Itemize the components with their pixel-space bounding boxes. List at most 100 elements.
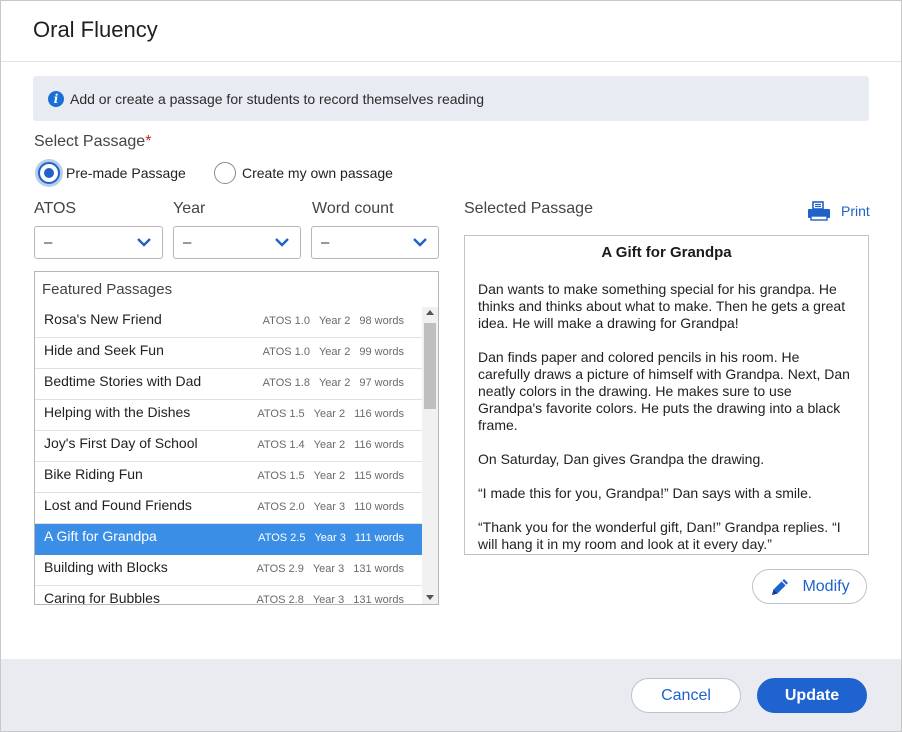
passage-paragraph: Dan finds paper and colored pencils in h… bbox=[478, 349, 850, 433]
atos-select[interactable]: – bbox=[34, 226, 163, 259]
passage-atos: ATOS 1.0 bbox=[262, 315, 310, 327]
passage-title: Hide and Seek Fun bbox=[44, 342, 164, 358]
word-count-select-value: – bbox=[321, 234, 330, 251]
passage-paragraph: Dan wants to make something special for … bbox=[478, 281, 846, 331]
radio-create-own-passage[interactable]: Create my own passage bbox=[214, 162, 393, 184]
passage-year: Year 2 bbox=[313, 439, 346, 451]
passage-words: 110 words bbox=[354, 501, 404, 513]
passage-year: Year 2 bbox=[318, 346, 351, 358]
passage-words: 116 words bbox=[354, 408, 404, 420]
atos-label: ATOS bbox=[34, 200, 77, 217]
passage-title: A Gift for Grandpa bbox=[601, 244, 732, 261]
passage-list-item[interactable]: Rosa's New Friend ATOS 1.0 Year 2 98 words bbox=[35, 307, 423, 338]
passage-list-item[interactable]: Bedtime Stories with Dad ATOS 1.8 Year 2 97… bbox=[35, 369, 423, 400]
print-button[interactable]: Print bbox=[807, 201, 870, 221]
passage-title: Bike Riding Fun bbox=[44, 466, 143, 482]
passage-paragraph: “I made this for you, Grandpa!” Dan says… bbox=[478, 485, 812, 501]
passage-words: 99 words bbox=[359, 346, 404, 358]
printer-icon bbox=[808, 201, 830, 221]
info-icon: i bbox=[48, 90, 64, 107]
passage-words: 98 words bbox=[359, 315, 404, 327]
passage-meta: ATOS 1.0 Year 2 99 words bbox=[254, 346, 404, 358]
radio-label-create-own: Create my own passage bbox=[242, 165, 393, 181]
passage-meta: ATOS 1.4 Year 2 116 words bbox=[248, 439, 404, 451]
info-text: Add or create a passage for students to … bbox=[70, 90, 485, 107]
radio-circle-selected[interactable] bbox=[38, 162, 60, 184]
passage-words: 131 words bbox=[353, 563, 404, 575]
passage-list-item[interactable]: Caring for Bubbles ATOS 2.8 Year 3 131 word… bbox=[35, 586, 423, 605]
modify-button[interactable]: Modify bbox=[752, 569, 867, 604]
passage-list-item[interactable]: A Gift for Grandpa ATOS 2.5 Year 3 111 word… bbox=[35, 524, 423, 555]
radio-dot bbox=[44, 168, 54, 178]
update-button[interactable]: Update bbox=[757, 678, 867, 713]
passage-title: Bedtime Stories with Dad bbox=[44, 373, 202, 389]
passage-atos: ATOS 1.5 bbox=[257, 408, 305, 420]
featured-passages-list: Featured Passages Rosa's New Friend ATOS … bbox=[34, 271, 439, 605]
pencil-icon bbox=[772, 578, 789, 595]
radio-premade-passage[interactable]: Pre-made Passage bbox=[38, 162, 186, 184]
passage-year: Year 3 bbox=[312, 563, 345, 575]
year-select-value: – bbox=[183, 234, 192, 251]
passage-atos: ATOS 2.5 bbox=[258, 532, 306, 544]
passage-list-item[interactable]: Lost and Found Friends ATOS 2.0 Year 3 110 … bbox=[35, 493, 423, 524]
featured-passages-header: Featured Passages bbox=[42, 281, 173, 298]
passage-list-item[interactable]: Helping with the Dishes ATOS 1.5 Year 2 116… bbox=[35, 400, 423, 431]
passage-title: Helping with the Dishes bbox=[44, 404, 191, 420]
select-passage-label: Select Passage* bbox=[34, 133, 151, 151]
passage-list-item[interactable]: Joy's First Day of School ATOS 1.4 Year 2 1… bbox=[35, 431, 423, 462]
passage-year: Year 3 bbox=[313, 501, 346, 513]
required-mark: * bbox=[145, 133, 152, 150]
radio-label-premade: Pre-made Passage bbox=[66, 165, 186, 181]
passage-year: Year 2 bbox=[313, 408, 346, 420]
passage-title: A Gift for Grandpa bbox=[44, 528, 157, 544]
passage-title: Building with Blocks bbox=[44, 559, 168, 575]
passage-title: Caring for Bubbles bbox=[44, 590, 160, 605]
passage-meta: ATOS 2.8 Year 3 131 words bbox=[248, 594, 404, 605]
passage-atos: ATOS 1.4 bbox=[257, 439, 305, 451]
passage-meta: ATOS 1.5 Year 2 116 words bbox=[248, 408, 404, 420]
passage-year: Year 2 bbox=[318, 315, 351, 327]
dialog-title: Oral Fluency bbox=[33, 17, 158, 42]
oral-fluency-dialog: Oral Fluency i Add or create a passage f… bbox=[0, 0, 902, 732]
cancel-button[interactable]: Cancel bbox=[631, 678, 741, 713]
passage-list-item[interactable]: Bike Riding Fun ATOS 1.5 Year 2 115 words bbox=[35, 462, 423, 493]
passage-meta: ATOS 1.0 Year 2 98 words bbox=[254, 315, 404, 327]
scroll-down-arrow-icon[interactable] bbox=[426, 595, 434, 600]
passage-atos: ATOS 1.5 bbox=[257, 470, 305, 482]
list-scrollbar[interactable] bbox=[422, 307, 438, 604]
passage-paragraph: On Saturday, Dan gives Grandpa the drawi… bbox=[478, 451, 765, 467]
passage-year: Year 3 bbox=[312, 594, 345, 605]
print-label: Print bbox=[841, 203, 870, 219]
passage-words: 97 words bbox=[359, 377, 404, 389]
chevron-down-icon bbox=[413, 238, 427, 247]
year-label: Year bbox=[173, 200, 206, 217]
year-select[interactable]: – bbox=[173, 226, 301, 259]
passage-paragraph: “Thank you for the wonderful gift, Dan!”… bbox=[478, 519, 841, 552]
word-count-label: Word count bbox=[312, 200, 394, 217]
passage-meta: ATOS 2.5 Year 3 111 words bbox=[249, 532, 404, 544]
chevron-down-icon bbox=[275, 238, 289, 247]
passage-atos: ATOS 2.9 bbox=[256, 563, 304, 575]
selected-passage-label: Selected Passage bbox=[464, 200, 593, 217]
select-passage-label-text: Select Passage bbox=[34, 133, 146, 150]
chevron-down-icon bbox=[137, 238, 151, 247]
scrollbar-thumb[interactable] bbox=[424, 323, 436, 409]
passage-list-item[interactable]: Building with Blocks ATOS 2.9 Year 3 131 wo… bbox=[35, 555, 423, 586]
passage-title: Joy's First Day of School bbox=[44, 435, 198, 451]
passage-year: Year 2 bbox=[313, 470, 346, 482]
passage-year: Year 3 bbox=[314, 532, 346, 544]
info-banner: i Add or create a passage for students t… bbox=[33, 76, 869, 121]
passage-atos: ATOS 1.8 bbox=[262, 377, 310, 389]
passage-title: Rosa's New Friend bbox=[44, 311, 162, 327]
passage-list-item[interactable]: Hide and Seek Fun ATOS 1.0 Year 2 99 words bbox=[35, 338, 423, 369]
passage-title: Lost and Found Friends bbox=[44, 497, 192, 513]
radio-circle[interactable] bbox=[214, 162, 236, 184]
word-count-select[interactable]: – bbox=[311, 226, 439, 259]
passage-atos: ATOS 1.0 bbox=[262, 346, 310, 358]
passage-rows: Rosa's New Friend ATOS 1.0 Year 2 98 words H… bbox=[35, 307, 423, 605]
modify-label: Modify bbox=[802, 577, 850, 595]
passage-meta: ATOS 1.5 Year 2 115 words bbox=[248, 470, 404, 482]
passage-meta: ATOS 2.9 Year 3 131 words bbox=[248, 563, 404, 575]
passage-words: 116 words bbox=[354, 439, 404, 451]
scroll-up-arrow-icon[interactable] bbox=[426, 310, 434, 315]
